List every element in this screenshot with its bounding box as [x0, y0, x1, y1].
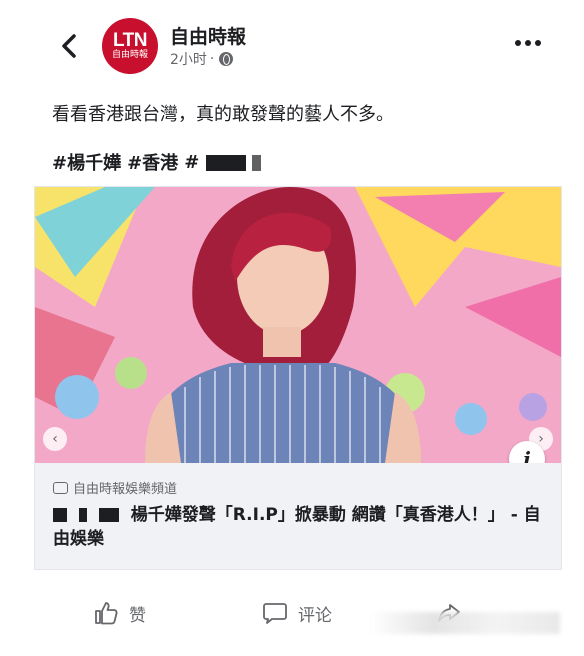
globe-icon: [219, 52, 234, 66]
link-headline-row[interactable]: 楊千嬅發聲「R.I.P」掀暴動 網讚「真香港人！」 - 自由娛樂: [53, 503, 543, 551]
link-preview-image[interactable]: [35, 187, 561, 463]
hashtag-3[interactable]: #: [184, 152, 261, 173]
link-source: 自由時報娛樂頻道: [53, 478, 177, 497]
comment-icon: [263, 603, 287, 624]
post-meta: 2小时 ·: [170, 49, 234, 69]
hashtag-2[interactable]: #香港: [127, 149, 178, 175]
page-avatar[interactable]: LTN 自由時報: [102, 18, 158, 74]
redacted-block: [98, 508, 119, 522]
thumbs-up-icon: [95, 602, 118, 625]
source-icon: [53, 481, 68, 494]
link-headline: 楊千嬅發聲「R.I.P」掀暴動 網讚「真香港人！」 - 自由娛樂: [53, 505, 541, 549]
like-label: 赞: [129, 605, 146, 626]
comment-button[interactable]: 评论: [262, 600, 332, 626]
blurred-overlay: [370, 612, 560, 634]
hashtag-1[interactable]: #楊千嬅: [52, 149, 121, 175]
back-arrow-icon[interactable]: [58, 32, 82, 60]
avatar-subtitle: 自由時報: [111, 49, 148, 60]
link-source-label: 自由時報娛樂頻道: [73, 482, 178, 497]
redacted-block: [53, 508, 67, 522]
preview-photo-illustration: [35, 187, 561, 463]
comment-label: 评论: [298, 605, 332, 626]
page-name[interactable]: 自由時報: [170, 22, 246, 49]
hashtag-row: #楊千嬅 #香港 #: [52, 149, 261, 175]
link-preview-card[interactable]: ‹ › i 自由時報娛樂頻道 楊千嬅發聲「R.I.P」掀暴動 網讚「真香港人！」…: [34, 186, 562, 570]
post-text: 看看香港跟台灣，真的敢發聲的藝人不多。: [52, 104, 394, 125]
carousel-prev-button[interactable]: ‹: [43, 427, 67, 451]
post-time[interactable]: 2小时: [170, 49, 207, 69]
more-options-icon[interactable]: [515, 40, 541, 46]
meta-separator: ·: [209, 51, 215, 67]
like-button[interactable]: 赞: [93, 600, 146, 626]
redacted-block: [251, 154, 261, 171]
redacted-block: [78, 508, 87, 522]
post-header: LTN 自由時報 自由時報 2小时 ·: [0, 0, 584, 88]
link-preview-info[interactable]: 自由時報娛樂頻道 楊千嬅發聲「R.I.P」掀暴動 網讚「真香港人！」 - 自由娛…: [35, 463, 561, 569]
redacted-block: [205, 154, 246, 171]
avatar-logo: LTN: [112, 29, 148, 51]
